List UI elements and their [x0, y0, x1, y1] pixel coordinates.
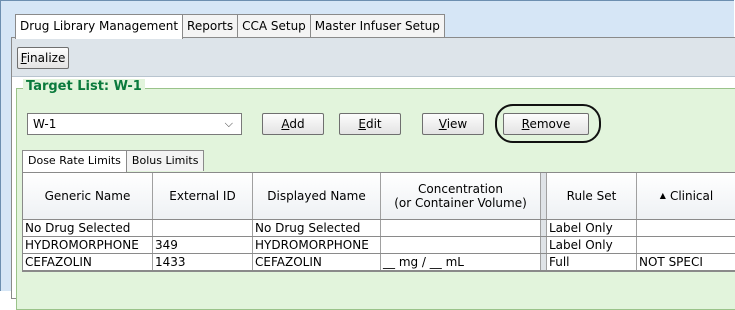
finalize-button[interactable]: Finalize	[17, 47, 69, 69]
table-row[interactable]: HYDROMORPHONE 349 HYDROMORPHONE Label On…	[23, 237, 735, 254]
edit-button[interactable]: Edit	[339, 113, 401, 135]
target-list-value: W-1	[33, 117, 57, 131]
tab-cca-setup[interactable]: CCA Setup	[237, 14, 311, 37]
col-concentration-subtitle: (or Container Volume)	[394, 196, 527, 210]
table-header: Generic Name External ID Displayed Name …	[23, 173, 735, 220]
cell-clinical: NOT SPECI	[637, 254, 735, 270]
table-row[interactable]: CEFAZOLIN 1433 CEFAZOLIN __ mg / __ mL F…	[23, 254, 735, 271]
col-concentration-title: Concentration	[418, 182, 503, 196]
cell-external-id: 349	[153, 237, 253, 253]
col-generic-name[interactable]: Generic Name	[23, 173, 153, 219]
view-label: iew	[446, 117, 468, 131]
tab-drug-library-management[interactable]: Drug Library Management	[15, 14, 184, 39]
chevron-down-icon[interactable]: ⌵	[225, 114, 233, 134]
cell-concentration	[381, 220, 541, 236]
main-tab-bar: Drug Library Management Reports CCA Setu…	[15, 14, 445, 39]
view-button[interactable]: View	[422, 113, 484, 135]
cell-rule-set: Full	[547, 254, 637, 270]
col-concentration[interactable]: Concentration (or Container Volume)	[381, 173, 541, 219]
cell-displayed-name: CEFAZOLIN	[253, 254, 381, 270]
cell-external-id: 1433	[153, 254, 253, 270]
tab-dose-rate-limits[interactable]: Dose Rate Limits	[22, 150, 127, 172]
col-clinical[interactable]: ▲ Clinical	[637, 173, 735, 219]
target-list-select[interactable]: W-1 ⌵	[27, 113, 242, 135]
tab-reports[interactable]: Reports	[182, 14, 239, 37]
cell-generic-name: CEFAZOLIN	[23, 254, 153, 270]
sort-asc-icon: ▲	[659, 191, 666, 200]
col-displayed-name[interactable]: Displayed Name	[253, 173, 381, 219]
toolbar: Finalize	[12, 38, 735, 77]
target-list-title: Target List: W-1	[23, 79, 145, 94]
cell-external-id	[153, 220, 253, 236]
table-row[interactable]: No Drug Selected No Drug Selected Label …	[23, 220, 735, 237]
cell-rule-set: Label Only	[547, 237, 637, 253]
cell-displayed-name: No Drug Selected	[253, 220, 381, 236]
add-button[interactable]: Add	[262, 113, 324, 135]
view-mnemonic: V	[438, 117, 447, 131]
cell-clinical	[637, 237, 735, 253]
cell-clinical	[637, 220, 735, 236]
cell-concentration: __ mg / __ mL	[381, 254, 541, 270]
tab-master-infuser-setup[interactable]: Master Infuser Setup	[309, 14, 445, 37]
cell-generic-name: No Drug Selected	[23, 220, 153, 236]
edit-mnemonic: E	[358, 117, 366, 131]
limits-tab-bar: Dose Rate Limits Bolus Limits	[22, 150, 205, 172]
edit-label: dit	[365, 117, 382, 131]
col-external-id[interactable]: External ID	[153, 173, 253, 219]
tab-bolus-limits[interactable]: Bolus Limits	[125, 150, 205, 171]
cell-generic-name: HYDROMORPHONE	[23, 237, 153, 253]
finalize-label: inalize	[26, 51, 66, 65]
app-window: Drug Library Management Reports CCA Setu…	[0, 0, 735, 310]
drug-library-panel: Finalize Target List: W-1 W-1 ⌵ Add Edit…	[11, 37, 735, 310]
add-label: dd	[289, 117, 305, 131]
col-clinical-label: Clinical	[669, 189, 714, 203]
col-rule-set[interactable]: Rule Set	[547, 173, 637, 219]
remove-highlight-circle	[495, 104, 601, 143]
cell-rule-set: Label Only	[547, 220, 637, 236]
cell-concentration	[381, 237, 541, 253]
cell-displayed-name: HYDROMORPHONE	[253, 237, 381, 253]
drug-table: Generic Name External ID Displayed Name …	[22, 172, 735, 272]
